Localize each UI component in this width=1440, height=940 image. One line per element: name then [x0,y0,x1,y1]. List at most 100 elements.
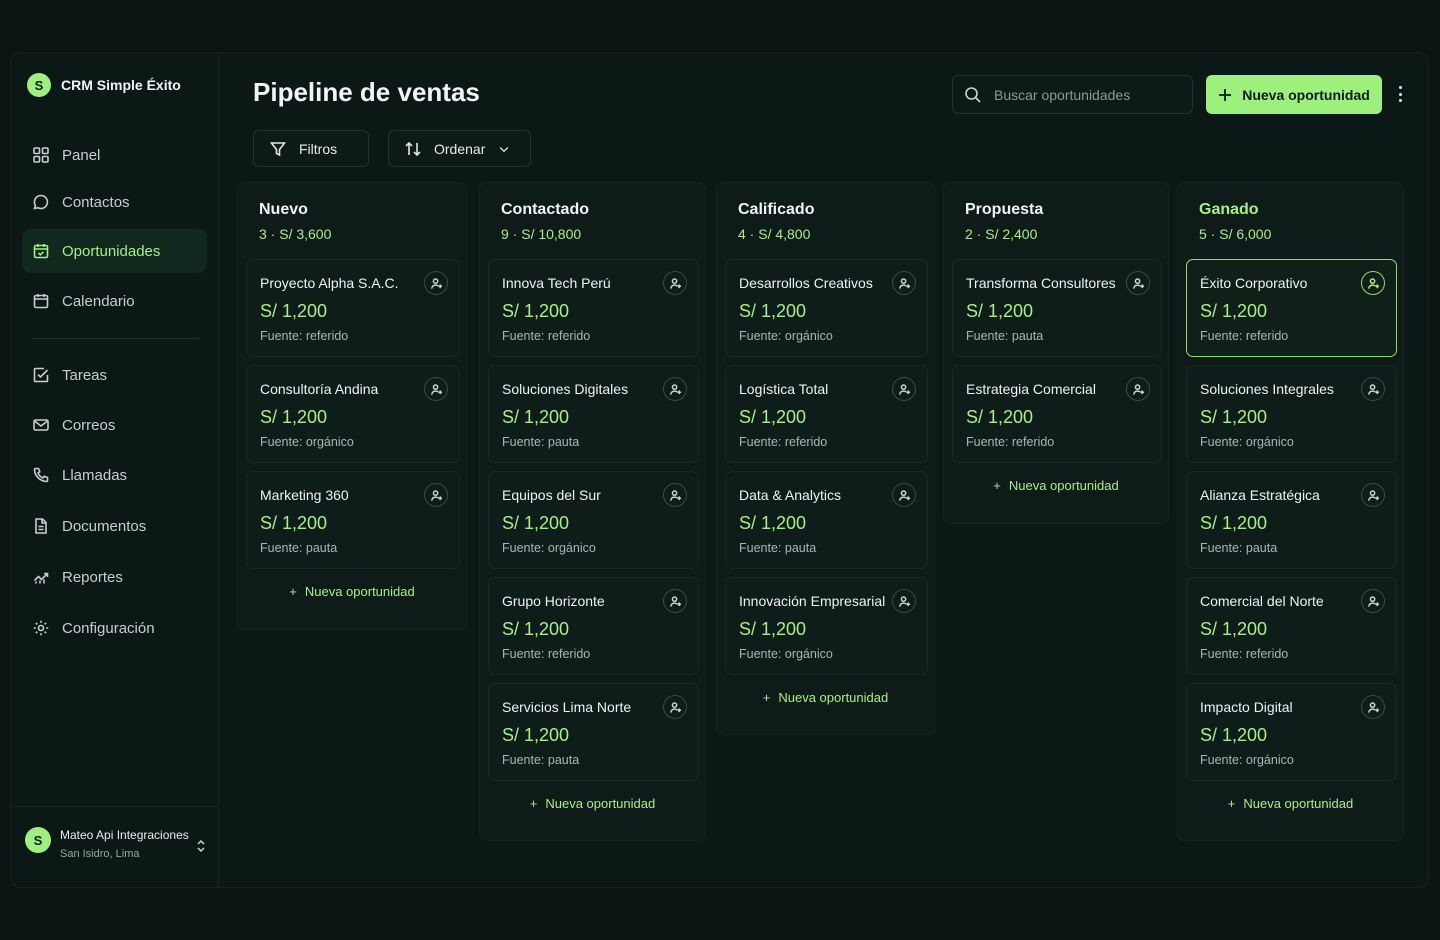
assign-user-icon[interactable] [663,377,687,401]
column-summary: 2 · S/ 2,400 [965,226,1038,242]
opportunity-card[interactable]: Desarrollos Creativos S/ 1,200 Fuente: org… [725,259,928,357]
add-opportunity-label: Nueva oportunidad [1008,478,1119,493]
more-options-icon[interactable] [1392,83,1408,105]
mail-icon [32,416,50,434]
assign-user-icon[interactable] [1361,271,1385,295]
card-value: S/ 1,200 [739,301,807,321]
card-value: S/ 1,200 [502,513,570,533]
opportunity-card[interactable]: Data & Analytics S/ 1,200 Fuente: pauta [725,471,928,569]
card-source: Fuente: referido [1200,329,1289,343]
card-source: Fuente: pauta [739,541,817,555]
assign-user-icon[interactable] [892,589,916,613]
new-opportunity-button[interactable]: Nueva oportunidad [1206,75,1382,114]
opportunity-card[interactable]: Proyecto Alpha S.A.C. S/ 1,200 Fuente: ref… [246,259,460,357]
checkbox-icon [32,366,50,384]
card-value: S/ 1,200 [739,407,807,427]
assign-user-icon[interactable] [1361,589,1385,613]
card-title: Soluciones Integrales [1200,381,1334,397]
add-opportunity-link[interactable]: + Nueva oportunidad [480,796,705,811]
new-opportunity-label: Nueva oportunidad [1242,86,1370,103]
sidebar-item-label: Llamadas [62,466,128,484]
pipeline-column: Calificado 4 · S/ 4,800 Desarrollos Creati… [716,182,935,735]
opportunity-card[interactable]: Logística Total S/ 1,200 Fuente: referido [725,365,928,463]
filters-button[interactable]: Filtros [253,130,369,167]
card-source: Fuente: pauta [502,435,580,449]
plus-icon: + [289,584,297,599]
add-opportunity-link[interactable]: + Nueva oportunidad [944,478,1168,493]
assign-user-icon[interactable] [663,271,687,295]
card-source: Fuente: pauta [966,329,1044,343]
plus-icon: + [1227,796,1236,811]
assign-user-icon[interactable] [663,483,687,507]
assign-user-icon[interactable] [1361,695,1385,719]
plus-icon [1219,88,1232,101]
card-title: Logística Total [739,381,829,397]
opportunity-card[interactable]: Impacto Digital S/ 1,200 Fuente: orgánico [1186,683,1397,781]
card-title: Innovación Empresarial [739,593,886,609]
opportunity-card[interactable]: Soluciones Digitales S/ 1,200 Fuente: paut… [488,365,699,463]
user-menu[interactable]: S Mateo Api Integraciones San Isidro, Li… [11,806,219,886]
chevron-up-down-icon[interactable] [195,836,207,856]
assign-user-icon[interactable] [424,483,448,507]
opportunity-card[interactable]: Éxito Corporativo S/ 1,200 Fuente: referid… [1186,259,1397,357]
sidebar-item-reportes[interactable]: Reportes [22,555,207,599]
sort-icon [405,141,421,156]
assign-user-icon[interactable] [1126,377,1150,401]
opportunity-card[interactable]: Equipos del Sur S/ 1,200 Fuente: orgánico [488,471,699,569]
opportunity-card[interactable]: Servicios Lima Norte S/ 1,200 Fuente: paut… [488,683,699,781]
sidebar-item-label: Configuración [62,619,155,637]
brand[interactable]: S CRM Simple Éxito [27,73,181,97]
assign-user-icon[interactable] [1126,271,1150,295]
card-title: Innova Tech Perú [502,275,611,291]
card-title: Marketing 360 [260,487,349,503]
sidebar-item-tareas[interactable]: Tareas [22,353,207,397]
sidebar-item-documentos[interactable]: Documentos [22,504,207,548]
assign-user-icon[interactable] [424,271,448,295]
opportunity-card[interactable]: Innovación Empresarial S/ 1,200 Fuente: or… [725,577,928,675]
opportunity-card[interactable]: Innova Tech Perú S/ 1,200 Fuente: referido [488,259,699,357]
card-title: Soluciones Digitales [502,381,629,397]
card-title: Transforma Consultores [966,275,1116,291]
card-source: Fuente: pauta [502,753,580,767]
opportunity-card[interactable]: Comercial del Norte S/ 1,200 Fuente: refer… [1186,577,1397,675]
opportunity-card[interactable]: Transforma Consultores S/ 1,200 Fuente: pa… [952,259,1162,357]
add-opportunity-link[interactable]: + Nueva oportunidad [1178,796,1403,811]
sidebar-item-label: Reportes [62,568,123,586]
user-location: San Isidro, Lima [60,848,140,860]
opportunity-card[interactable]: Consultoría Andina S/ 1,200 Fuente: orgáni… [246,365,460,463]
assign-user-icon[interactable] [892,271,916,295]
opportunity-card[interactable]: Estrategia Comercial S/ 1,200 Fuente: refe… [952,365,1162,463]
search-input[interactable] [994,86,1174,103]
add-opportunity-link[interactable]: + Nueva oportunidad [238,584,466,599]
column-summary: 5 · S/ 6,000 [1199,226,1272,242]
card-source: Fuente: orgánico [260,435,354,449]
card-value: S/ 1,200 [966,407,1034,427]
sidebar-item-panel[interactable]: Panel [22,133,207,177]
opportunity-card[interactable]: Alianza Estratégica S/ 1,200 Fuente: pauta [1186,471,1397,569]
sidebar-item-llamadas[interactable]: Llamadas [22,453,207,497]
card-value: S/ 1,200 [966,301,1034,321]
sort-button[interactable]: Ordenar [388,130,531,167]
assign-user-icon[interactable] [424,377,448,401]
card-value: S/ 1,200 [260,513,328,533]
opportunity-card[interactable]: Marketing 360 S/ 1,200 Fuente: pauta [246,471,460,569]
card-source: Fuente: orgánico [739,647,833,661]
sidebar-item-calendario[interactable]: Calendario [22,279,207,323]
opportunity-card[interactable]: Grupo Horizonte S/ 1,200 Fuente: referido [488,577,699,675]
user-name: Mateo Api Integraciones [60,828,189,842]
sidebar-item-oportunidades[interactable]: Oportunidades [22,229,207,273]
assign-user-icon[interactable] [892,483,916,507]
sidebar-item-contactos[interactable]: Contactos [22,180,207,224]
add-opportunity-link[interactable]: + Nueva oportunidad [717,690,934,705]
assign-user-icon[interactable] [892,377,916,401]
search-box[interactable] [952,75,1193,114]
opportunity-card[interactable]: Soluciones Integrales S/ 1,200 Fuente: org… [1186,365,1397,463]
assign-user-icon[interactable] [663,695,687,719]
sidebar-item-configuracion[interactable]: Configuración [22,606,207,650]
card-title: Grupo Horizonte [502,593,605,609]
sidebar-item-label: Documentos [62,517,147,535]
assign-user-icon[interactable] [663,589,687,613]
assign-user-icon[interactable] [1361,377,1385,401]
sidebar-item-correos[interactable]: Correos [22,403,207,447]
assign-user-icon[interactable] [1361,483,1385,507]
